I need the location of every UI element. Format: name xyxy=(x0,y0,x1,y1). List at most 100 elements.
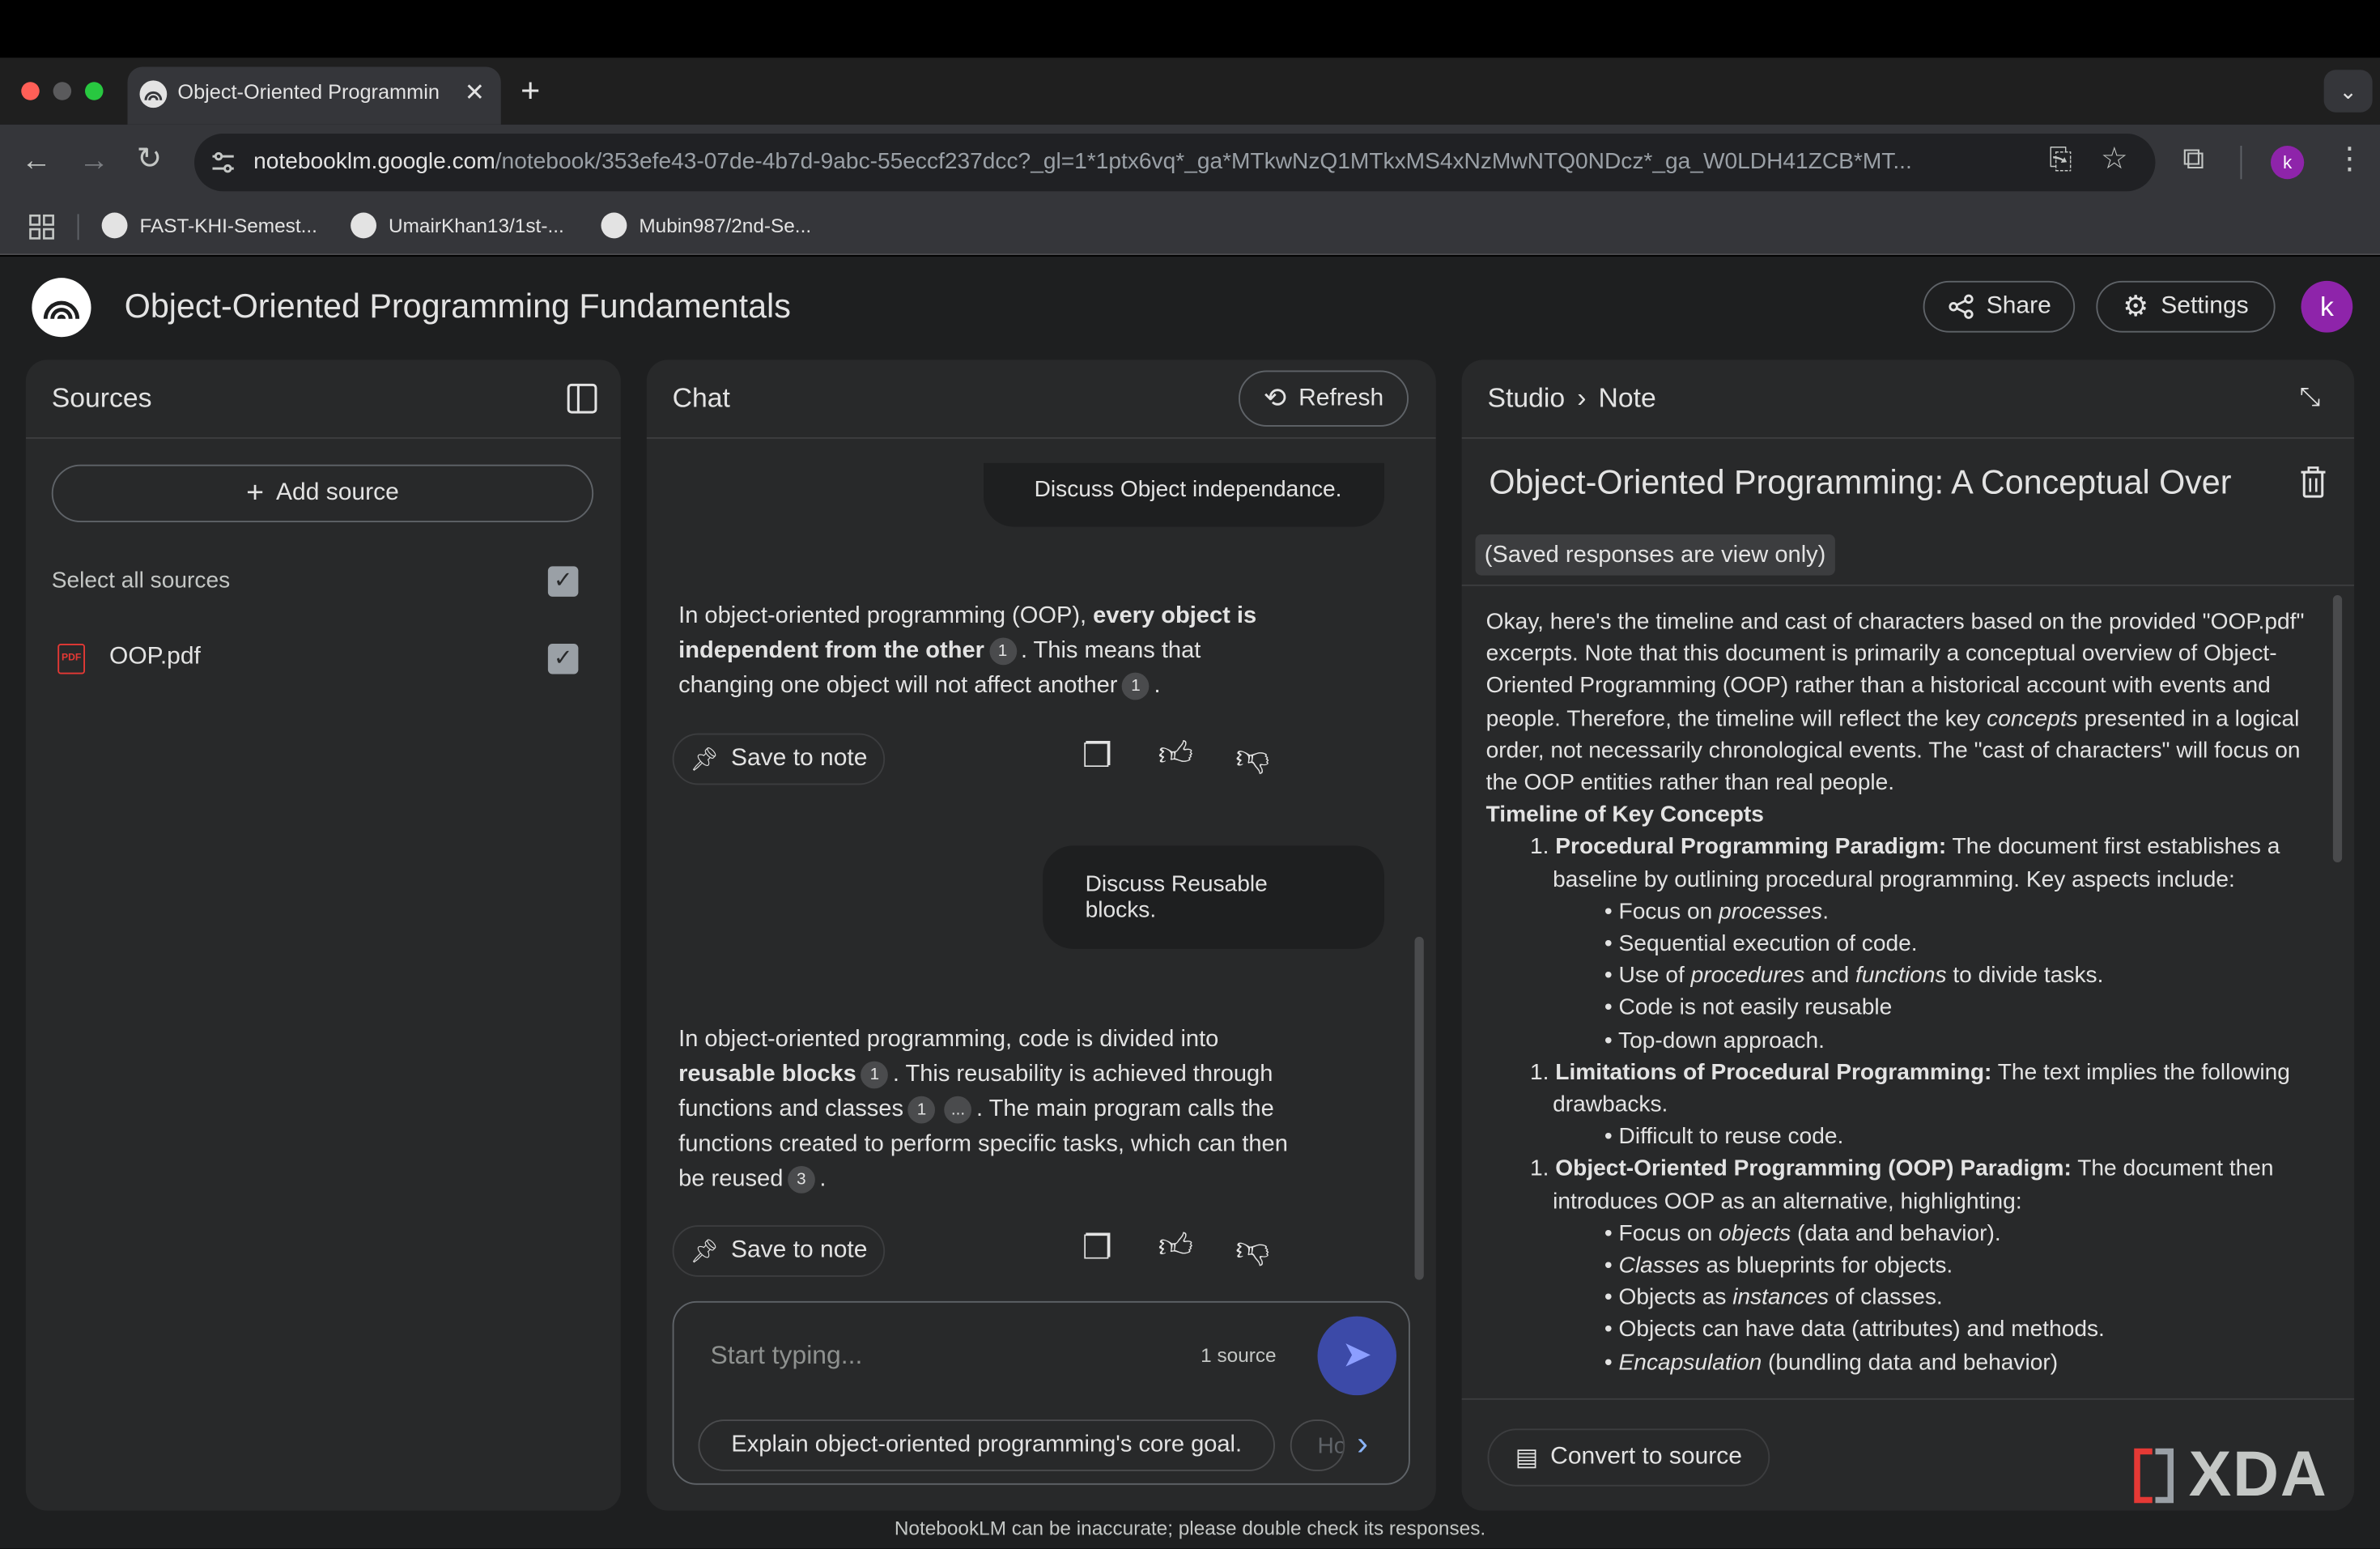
chevron-right-icon[interactable]: › xyxy=(1357,1424,1368,1464)
forward-arrow-icon[interactable]: → xyxy=(79,146,110,177)
install-app-icon[interactable]: ⎘ xyxy=(2049,146,2072,175)
disclaimer-footer: NotebookLM can be inaccurate; please dou… xyxy=(894,1517,1486,1540)
delete-trash-icon[interactable] xyxy=(2298,466,2329,498)
browser-profile-avatar[interactable]: k xyxy=(2271,146,2305,180)
address-bar[interactable]: notebooklm.google.com/notebook/353efe43-… xyxy=(194,134,2156,192)
back-arrow-icon[interactable]: ← xyxy=(21,146,52,177)
user-message: Discuss Object independance. xyxy=(984,462,1384,527)
gear-icon: ⚙ xyxy=(2123,291,2149,323)
sources-header: Sources xyxy=(25,360,621,439)
reload-icon[interactable]: ↻ xyxy=(137,144,162,175)
note-bullet: • Objects can have data (attributes) and… xyxy=(1604,1317,2105,1343)
citation-badge[interactable]: 1 xyxy=(861,1061,889,1089)
share-icon xyxy=(1948,294,1973,319)
chat-scrollbar[interactable] xyxy=(1414,936,1424,1280)
note-bullet: • Sequential execution of code. xyxy=(1604,930,1918,957)
citation-badge[interactable]: 1 xyxy=(988,637,1017,666)
save-to-note-button[interactable]: 📌︎ Save to note xyxy=(672,733,886,785)
bookmark-star-icon[interactable]: ☆ xyxy=(2101,144,2128,175)
citation-badge[interactable]: 1 xyxy=(907,1096,936,1124)
bookmarks-divider xyxy=(77,214,79,240)
suggestion-chip[interactable]: Explain object-oriented programming's co… xyxy=(698,1419,1275,1471)
tab-close-icon[interactable]: ✕ xyxy=(465,78,485,109)
note-list-item: 1. Object-Oriented Programming (OOP) Par… xyxy=(1530,1155,2274,1215)
notebook-title[interactable]: Object-Oriented Programming Fundamentals xyxy=(125,287,791,326)
extensions-puzzle-icon[interactable]: ⧉ xyxy=(2182,144,2204,175)
note-divider xyxy=(1461,584,2355,586)
thumbs-up-icon[interactable]: 👍︎ xyxy=(1158,737,1193,771)
collapse-panel-icon[interactable] xyxy=(566,383,597,415)
note-heading: Timeline of Key Concepts xyxy=(1485,802,1764,828)
browser-menu-icon[interactable]: ⋮ xyxy=(2335,144,2365,175)
url-text: notebooklm.google.com/notebook/353efe43-… xyxy=(253,148,1912,175)
citation-badge[interactable]: 3 xyxy=(788,1166,815,1194)
source-item-name[interactable]: OOP.pdf xyxy=(109,644,201,671)
copy-icon[interactable]: ❐ xyxy=(1082,738,1112,772)
site-info-icon[interactable] xyxy=(208,147,239,178)
collapse-icon[interactable]: ⤡ xyxy=(2300,383,2321,414)
note-bullet: • Difficult to reuse code. xyxy=(1604,1123,1844,1150)
share-label: Share xyxy=(1986,292,2051,319)
pdf-file-icon: PDF xyxy=(57,644,85,674)
note-scrollbar[interactable] xyxy=(2332,595,2343,862)
apps-grid-icon[interactable] xyxy=(29,214,55,240)
bookmark-item-2[interactable]: UmairKhan13/1st-... xyxy=(351,212,564,239)
note-bullet: • Objects as instances of classes. xyxy=(1604,1284,1943,1311)
user-avatar[interactable]: k xyxy=(2301,280,2353,333)
new-tab-plus-icon[interactable]: + xyxy=(521,71,540,111)
save-to-note-button[interactable]: 📌︎ Save to note xyxy=(672,1225,886,1277)
breadcrumb-studio[interactable]: Studio xyxy=(1488,383,1566,415)
citation-badge[interactable]: 1 xyxy=(1122,672,1150,700)
share-button[interactable]: Share xyxy=(1923,280,2076,333)
tab-search-chevron-icon[interactable]: ⌄ xyxy=(2323,70,2373,113)
thumbs-down-icon[interactable]: 👎︎ xyxy=(1235,1232,1269,1266)
citation-more-badge[interactable]: ... xyxy=(944,1096,972,1124)
convert-to-source-button[interactable]: ▤ Convert to source xyxy=(1487,1428,1770,1487)
add-source-button[interactable]: + Add source xyxy=(51,464,594,522)
tab-title: Object-Oriented Programmin xyxy=(177,80,440,104)
bookmark-label: Mubin987/2nd-Se... xyxy=(639,214,812,237)
bookmark-item-3[interactable]: Mubin987/2nd-Se... xyxy=(601,212,812,239)
settings-button[interactable]: ⚙ Settings xyxy=(2096,280,2276,333)
source-item-checkbox[interactable]: ✓ xyxy=(547,644,579,674)
window-close-button[interactable] xyxy=(21,82,40,100)
pin-icon: 📌︎ xyxy=(690,1239,719,1265)
window-zoom-button[interactable] xyxy=(85,82,104,100)
note-bullet: • Top-down approach. xyxy=(1604,1027,1825,1053)
pin-icon: 📌︎ xyxy=(690,747,719,773)
note-bullet: • Use of procedures and functions to div… xyxy=(1604,963,2104,989)
breadcrumb: Studio › Note xyxy=(1488,383,1656,415)
chat-input[interactable]: Start typing... xyxy=(711,1341,863,1372)
select-all-checkbox[interactable]: ✓ xyxy=(547,566,579,597)
note-intro: Okay, here's the timeline and cast of ch… xyxy=(1485,608,2305,796)
assistant-response: In object-oriented programming, code is … xyxy=(678,1026,1288,1194)
xda-watermark: XDA xyxy=(2131,1438,2353,1509)
add-source-label: Add source xyxy=(276,479,399,506)
sources-title: Sources xyxy=(51,382,152,414)
suggestion-chip-partial[interactable]: Ho xyxy=(1290,1419,1345,1471)
note-title[interactable]: Object-Oriented Programming: A Conceptua… xyxy=(1489,463,2263,503)
github-icon xyxy=(601,212,627,239)
note-bullet: • Focus on objects (data and behavior). xyxy=(1604,1220,2001,1247)
notebooklm-logo-icon[interactable] xyxy=(32,278,91,338)
window-minimize-button[interactable] xyxy=(53,82,72,100)
note-bullet: • Code is not easily reusable xyxy=(1604,994,1893,1021)
browser-tab[interactable]: Object-Oriented Programmin ✕ xyxy=(127,66,501,125)
note-list-item: 1. Procedural Programming Paradigm: The … xyxy=(1530,834,2280,892)
thumbs-down-icon[interactable]: 👎︎ xyxy=(1235,740,1269,774)
chat-header: Chat ⟲ Refresh xyxy=(646,360,1436,439)
chevron-right-icon: › xyxy=(1577,382,1587,414)
bookmark-item-1[interactable]: FAST-KHI-Semest... xyxy=(101,212,317,239)
refresh-button[interactable]: ⟲ Refresh xyxy=(1239,370,1409,427)
convert-label: Convert to source xyxy=(1550,1444,1742,1470)
refresh-label: Refresh xyxy=(1298,385,1384,411)
select-all-label: Select all sources xyxy=(51,568,231,594)
chat-panel: Chat ⟲ Refresh Discuss Object independan… xyxy=(646,360,1436,1511)
copy-icon[interactable]: ❐ xyxy=(1082,1231,1112,1265)
studio-panel: Studio › Note ⤡ Object-Oriented Programm… xyxy=(1461,360,2355,1511)
thumbs-up-icon[interactable]: 👍︎ xyxy=(1158,1229,1193,1263)
breadcrumb-note: Note xyxy=(1598,382,1656,414)
note-content: Okay, here's the timeline and cast of ch… xyxy=(1486,606,2306,1378)
source-count-label: 1 source xyxy=(1201,1343,1277,1367)
send-button[interactable]: ➤ xyxy=(1317,1316,1396,1396)
